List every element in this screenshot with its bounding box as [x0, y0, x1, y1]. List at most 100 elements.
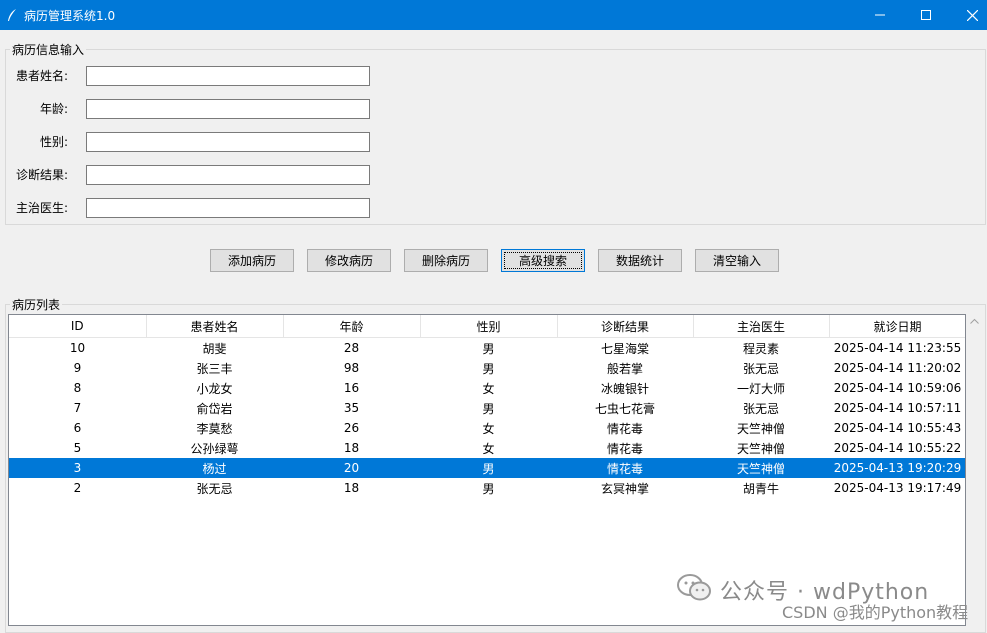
cell-id: 9: [73, 361, 82, 375]
table-row[interactable]: 6 李莫愁 26 女 情花毒 天竺神僧 2025-04-14 10:55:43: [9, 418, 965, 438]
minimize-button[interactable]: [857, 0, 903, 30]
cell-age: 18: [343, 441, 360, 455]
cell-visit-date: 2025-04-14 10:55:43: [833, 421, 962, 435]
cell-doctor: 天竺神僧: [736, 421, 785, 436]
cell-visit-date: 2025-04-14 10:55:22: [833, 441, 962, 455]
patient-name-input[interactable]: [86, 66, 370, 86]
cell-id: 10: [69, 341, 86, 355]
cell-gender: 女: [482, 441, 495, 456]
maximize-button[interactable]: [903, 0, 949, 30]
cell-patient-name: 小龙女: [196, 381, 233, 396]
chevron-up-icon[interactable]: [970, 318, 979, 324]
close-button[interactable]: [949, 0, 987, 30]
cell-gender: 女: [482, 421, 495, 436]
column-header-id[interactable]: ID: [9, 315, 147, 338]
cell-diagnosis: 七星海棠: [600, 341, 649, 356]
cell-age: 18: [343, 481, 360, 495]
cell-age: 16: [343, 381, 360, 395]
cell-age: 28: [343, 341, 360, 355]
cell-gender: 男: [482, 361, 495, 376]
cell-id: 6: [73, 421, 82, 435]
column-header-gender[interactable]: 性别: [420, 315, 558, 338]
cell-patient-name: 胡斐: [202, 341, 227, 356]
maximize-icon: [921, 10, 931, 20]
cell-patient-name: 张三丰: [196, 361, 233, 376]
cell-diagnosis: 情花毒: [557, 458, 693, 478]
table-row[interactable]: 5 公孙绿萼 18 女 情花毒 天竺神僧 2025-04-14 10:55:22: [9, 438, 965, 458]
cell-gender: 男: [482, 341, 495, 356]
statistics-button[interactable]: 数据统计: [598, 249, 682, 272]
cell-age: 98: [343, 361, 360, 375]
cell-doctor: 天竺神僧: [736, 441, 785, 456]
column-header-visit-date[interactable]: 就诊日期: [829, 315, 965, 338]
cell-age: 35: [343, 401, 360, 415]
cell-patient-name: 张无忌: [196, 481, 233, 496]
column-header-age[interactable]: 年龄: [283, 315, 421, 338]
cell-id: 7: [73, 401, 82, 415]
doctor-input[interactable]: [86, 198, 370, 218]
cell-visit-date: 2025-04-13 19:17:49: [833, 481, 962, 495]
csdn-watermark: CSDN @我的Python教程: [782, 603, 969, 622]
gender-label: 性别:: [39, 135, 68, 149]
age-input[interactable]: [86, 99, 370, 119]
edit-record-button[interactable]: 修改病历: [307, 249, 391, 272]
diagnosis-label: 诊断结果:: [15, 168, 68, 182]
table-row[interactable]: 10 胡斐 28 男 七星海棠 程灵素 2025-04-14 11:23:55: [9, 338, 965, 359]
cell-diagnosis: 般若掌: [606, 361, 643, 376]
minimize-icon: [875, 14, 885, 16]
cell-patient-name: 李莫愁: [196, 421, 233, 436]
cell-gender: 女: [482, 381, 495, 396]
cell-visit-date: 2025-04-13 19:20:29: [829, 458, 965, 478]
cell-diagnosis: 玄冥神掌: [600, 481, 649, 496]
cell-diagnosis: 冰魄银针: [600, 381, 649, 396]
cell-visit-date: 2025-04-14 10:57:11: [833, 401, 962, 415]
cell-id: 2: [73, 481, 82, 495]
table-row-selected[interactable]: 3 杨过 20 男 情花毒 天竺神僧 2025-04-13 19:20:29: [9, 458, 965, 478]
cell-doctor: 张无忌: [742, 361, 779, 376]
cell-visit-date: 2025-04-14 11:20:02: [833, 361, 962, 375]
diagnosis-input[interactable]: [86, 165, 370, 185]
list-group-legend: 病历列表: [12, 298, 61, 312]
window-title: 病历管理系统1.0: [24, 9, 116, 23]
cell-visit-date: 2025-04-14 10:59:06: [833, 381, 962, 395]
cell-id: 8: [73, 381, 82, 395]
cell-diagnosis: 情花毒: [606, 441, 643, 456]
delete-record-button[interactable]: 删除病历: [404, 249, 488, 272]
close-icon: [966, 9, 978, 21]
table-row[interactable]: 7 俞岱岩 35 男 七虫七花膏 张无忌 2025-04-14 10:57:11: [9, 398, 965, 418]
cell-id: 5: [73, 441, 82, 455]
cell-patient-name: 俞岱岩: [196, 401, 233, 416]
column-header-diagnosis[interactable]: 诊断结果: [557, 315, 694, 338]
input-group-legend: 病历信息输入: [12, 43, 85, 57]
cell-gender: 男: [482, 401, 495, 416]
cell-doctor: 天竺神僧: [693, 458, 829, 478]
cell-age: 20: [283, 458, 420, 478]
age-label: 年龄:: [39, 102, 68, 116]
cell-id: 3: [9, 458, 146, 478]
table-row[interactable]: 8 小龙女 16 女 冰魄银针 一灯大师 2025-04-14 10:59:06: [9, 378, 965, 398]
doctor-label: 主治医生:: [15, 201, 68, 215]
title-bar[interactable]: 病历管理系统1.0: [0, 0, 987, 30]
patient-name-label: 患者姓名:: [15, 69, 68, 83]
cell-gender: 男: [420, 458, 557, 478]
gender-input[interactable]: [86, 132, 370, 152]
column-header-patient-name[interactable]: 患者姓名: [146, 315, 284, 338]
table-row[interactable]: 9 张三丰 98 男 般若掌 张无忌 2025-04-14 11:20:02: [9, 358, 965, 378]
cell-doctor: 一灯大师: [736, 381, 785, 396]
table-row[interactable]: 2 张无忌 18 男 玄冥神掌 胡青牛 2025-04-13 19:17:49: [9, 478, 965, 498]
cell-doctor: 胡青牛: [742, 481, 779, 496]
add-record-button[interactable]: 添加病历: [210, 249, 294, 272]
cell-diagnosis: 情花毒: [606, 421, 643, 436]
cell-gender: 男: [482, 481, 495, 496]
vertical-scrollbar[interactable]: [966, 314, 983, 626]
cell-visit-date: 2025-04-14 11:23:55: [833, 341, 962, 355]
clear-input-button[interactable]: 清空输入: [695, 249, 779, 272]
advanced-search-button[interactable]: 高级搜索: [501, 249, 585, 272]
table-header-row: ID 患者姓名 年龄 性别 诊断结果 主治医生 就诊日期: [9, 315, 965, 338]
cell-diagnosis: 七虫七花膏: [594, 401, 655, 416]
cell-age: 26: [343, 421, 360, 435]
cell-patient-name: 杨过: [146, 458, 283, 478]
column-header-doctor[interactable]: 主治医生: [693, 315, 830, 338]
feather-icon: [8, 9, 16, 21]
cell-doctor: 张无忌: [742, 401, 779, 416]
